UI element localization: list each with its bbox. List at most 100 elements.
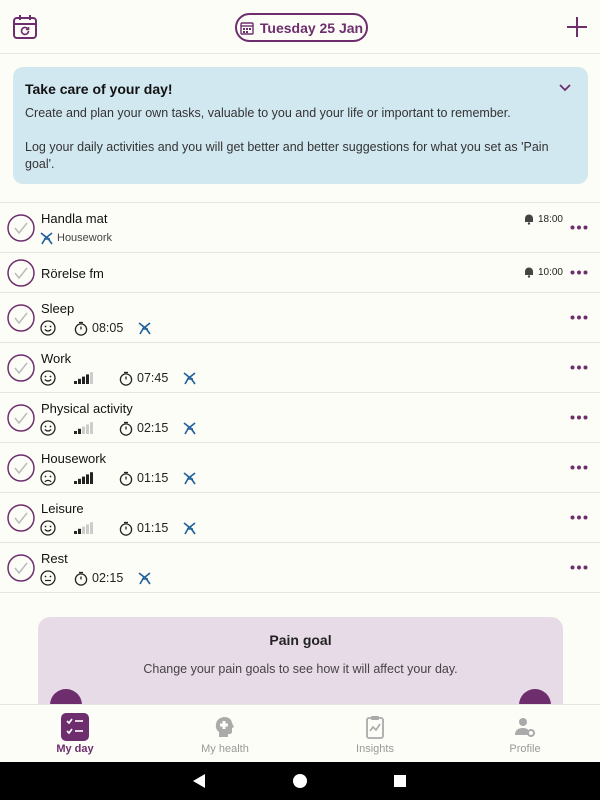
check-circle-icon[interactable] [7, 259, 35, 287]
activity-time: 02:15 [137, 421, 169, 435]
activity-icon [183, 371, 196, 384]
stopwatch-icon [119, 471, 133, 486]
intensity-bar [86, 474, 89, 484]
activity-icon [183, 471, 196, 484]
alarm-time: 18:00 [537, 213, 563, 225]
sad-face-icon [40, 470, 56, 486]
intensity-bar [86, 374, 89, 384]
alarm-badge: 10:00 [523, 266, 563, 278]
intensity-bar [78, 378, 81, 384]
activity-time: 01:15 [137, 471, 169, 485]
activity-row[interactable]: Physical activity 02:15 [0, 393, 600, 443]
activity-title: Rest [41, 551, 68, 566]
task-row[interactable]: Handla mat Housework 18:00 [0, 203, 600, 253]
more-icon[interactable] [570, 365, 588, 370]
stopwatch-icon [119, 521, 133, 536]
activity-icon [138, 321, 151, 334]
back-icon[interactable] [192, 774, 206, 788]
head-plus-icon [215, 717, 234, 737]
bottom-nav: My day My health Insights Profile [0, 704, 600, 762]
recents-icon[interactable] [394, 775, 406, 787]
stopwatch-icon [119, 421, 133, 436]
nav-profile[interactable]: Profile [450, 705, 600, 762]
bell-icon [524, 267, 533, 278]
activity-icon [183, 521, 196, 534]
task-row[interactable]: Rörelse fm 10:00 [0, 253, 600, 293]
more-icon[interactable] [570, 270, 588, 275]
activity-row[interactable]: Work 07:45 [0, 343, 600, 393]
intensity-bar [90, 522, 93, 534]
intensity-bar [90, 372, 93, 384]
more-icon[interactable] [570, 465, 588, 470]
activity-row[interactable]: Leisure 01:15 [0, 493, 600, 543]
activity-row[interactable]: Housework 01:15 [0, 443, 600, 493]
nav-my-day[interactable]: My day [0, 705, 150, 762]
more-icon[interactable] [570, 225, 588, 230]
intensity-bar [74, 431, 77, 434]
stopwatch-icon [74, 321, 88, 336]
info-card-title: Take care of your day! [25, 81, 173, 97]
bell-icon [524, 214, 533, 225]
intensity-bars-icon [74, 422, 93, 434]
check-circle-icon[interactable] [7, 454, 35, 482]
info-card: Take care of your day! Create and plan y… [13, 67, 588, 184]
nav-label: My health [201, 743, 249, 755]
activity-time: 02:15 [92, 571, 124, 585]
activity-title: Leisure [41, 501, 84, 516]
activity-meta: 08:05 [40, 319, 152, 337]
task-category: Housework [57, 232, 113, 244]
home-icon[interactable] [293, 774, 307, 788]
intensity-bar [74, 531, 77, 534]
intensity-bars-icon [74, 522, 93, 534]
activity-time: 01:15 [137, 521, 169, 535]
add-icon[interactable] [566, 16, 588, 38]
activity-row[interactable]: Sleep 08:05 [0, 293, 600, 343]
intensity-bar [82, 376, 85, 384]
happy-face-icon [40, 520, 56, 536]
check-circle-icon[interactable] [7, 404, 35, 432]
intensity-bar [90, 472, 93, 484]
nav-insights[interactable]: Insights [300, 705, 450, 762]
activity-time: 07:45 [137, 371, 169, 385]
intensity-bar [82, 426, 85, 434]
calendar-refresh-icon[interactable] [12, 14, 38, 40]
activity-icon [138, 571, 151, 584]
check-circle-icon[interactable] [7, 554, 35, 582]
neutral-face-icon [40, 570, 56, 586]
date-selector[interactable]: Tuesday 25 Jan [235, 13, 368, 42]
more-icon[interactable] [570, 515, 588, 520]
date-label: Tuesday 25 Jan [259, 19, 364, 36]
chevron-down-icon[interactable] [558, 83, 572, 93]
pain-goal-title: Pain goal [269, 632, 332, 648]
activity-meta: 01:15 [40, 469, 197, 487]
activity-meta: 02:15 [40, 569, 152, 587]
activity-time: 08:05 [92, 321, 124, 335]
activity-meta: 02:15 [40, 419, 197, 437]
more-icon[interactable] [570, 315, 588, 320]
intensity-bars-icon [74, 372, 93, 384]
more-icon[interactable] [570, 415, 588, 420]
intensity-bar [82, 476, 85, 484]
nav-my-health[interactable]: My health [150, 705, 300, 762]
intensity-bar [86, 524, 89, 534]
activity-icon [40, 231, 53, 244]
activity-icon [183, 421, 196, 434]
info-card-text-2: Log your daily activities and you will g… [25, 140, 549, 171]
checklist-icon [61, 713, 89, 741]
check-circle-icon[interactable] [7, 504, 35, 532]
system-nav-bar [0, 762, 600, 800]
task-title: Rörelse fm [41, 266, 104, 281]
alarm-badge: 18:00 [523, 213, 563, 225]
happy-face-icon [40, 370, 56, 386]
pain-goal-text: Change your pain goals to see how it wil… [143, 662, 458, 676]
check-circle-icon[interactable] [7, 354, 35, 382]
check-circle-icon[interactable] [7, 214, 35, 242]
activity-row[interactable]: Rest 02:15 [0, 543, 600, 593]
intensity-bar [74, 381, 77, 384]
more-icon[interactable] [570, 565, 588, 570]
day-list: Handla mat Housework 18:00 Rörelse fm 10… [0, 202, 600, 593]
check-circle-icon[interactable] [7, 304, 35, 332]
task-meta: Housework [40, 229, 112, 247]
activity-title: Sleep [41, 301, 75, 316]
intensity-bar [78, 428, 81, 434]
